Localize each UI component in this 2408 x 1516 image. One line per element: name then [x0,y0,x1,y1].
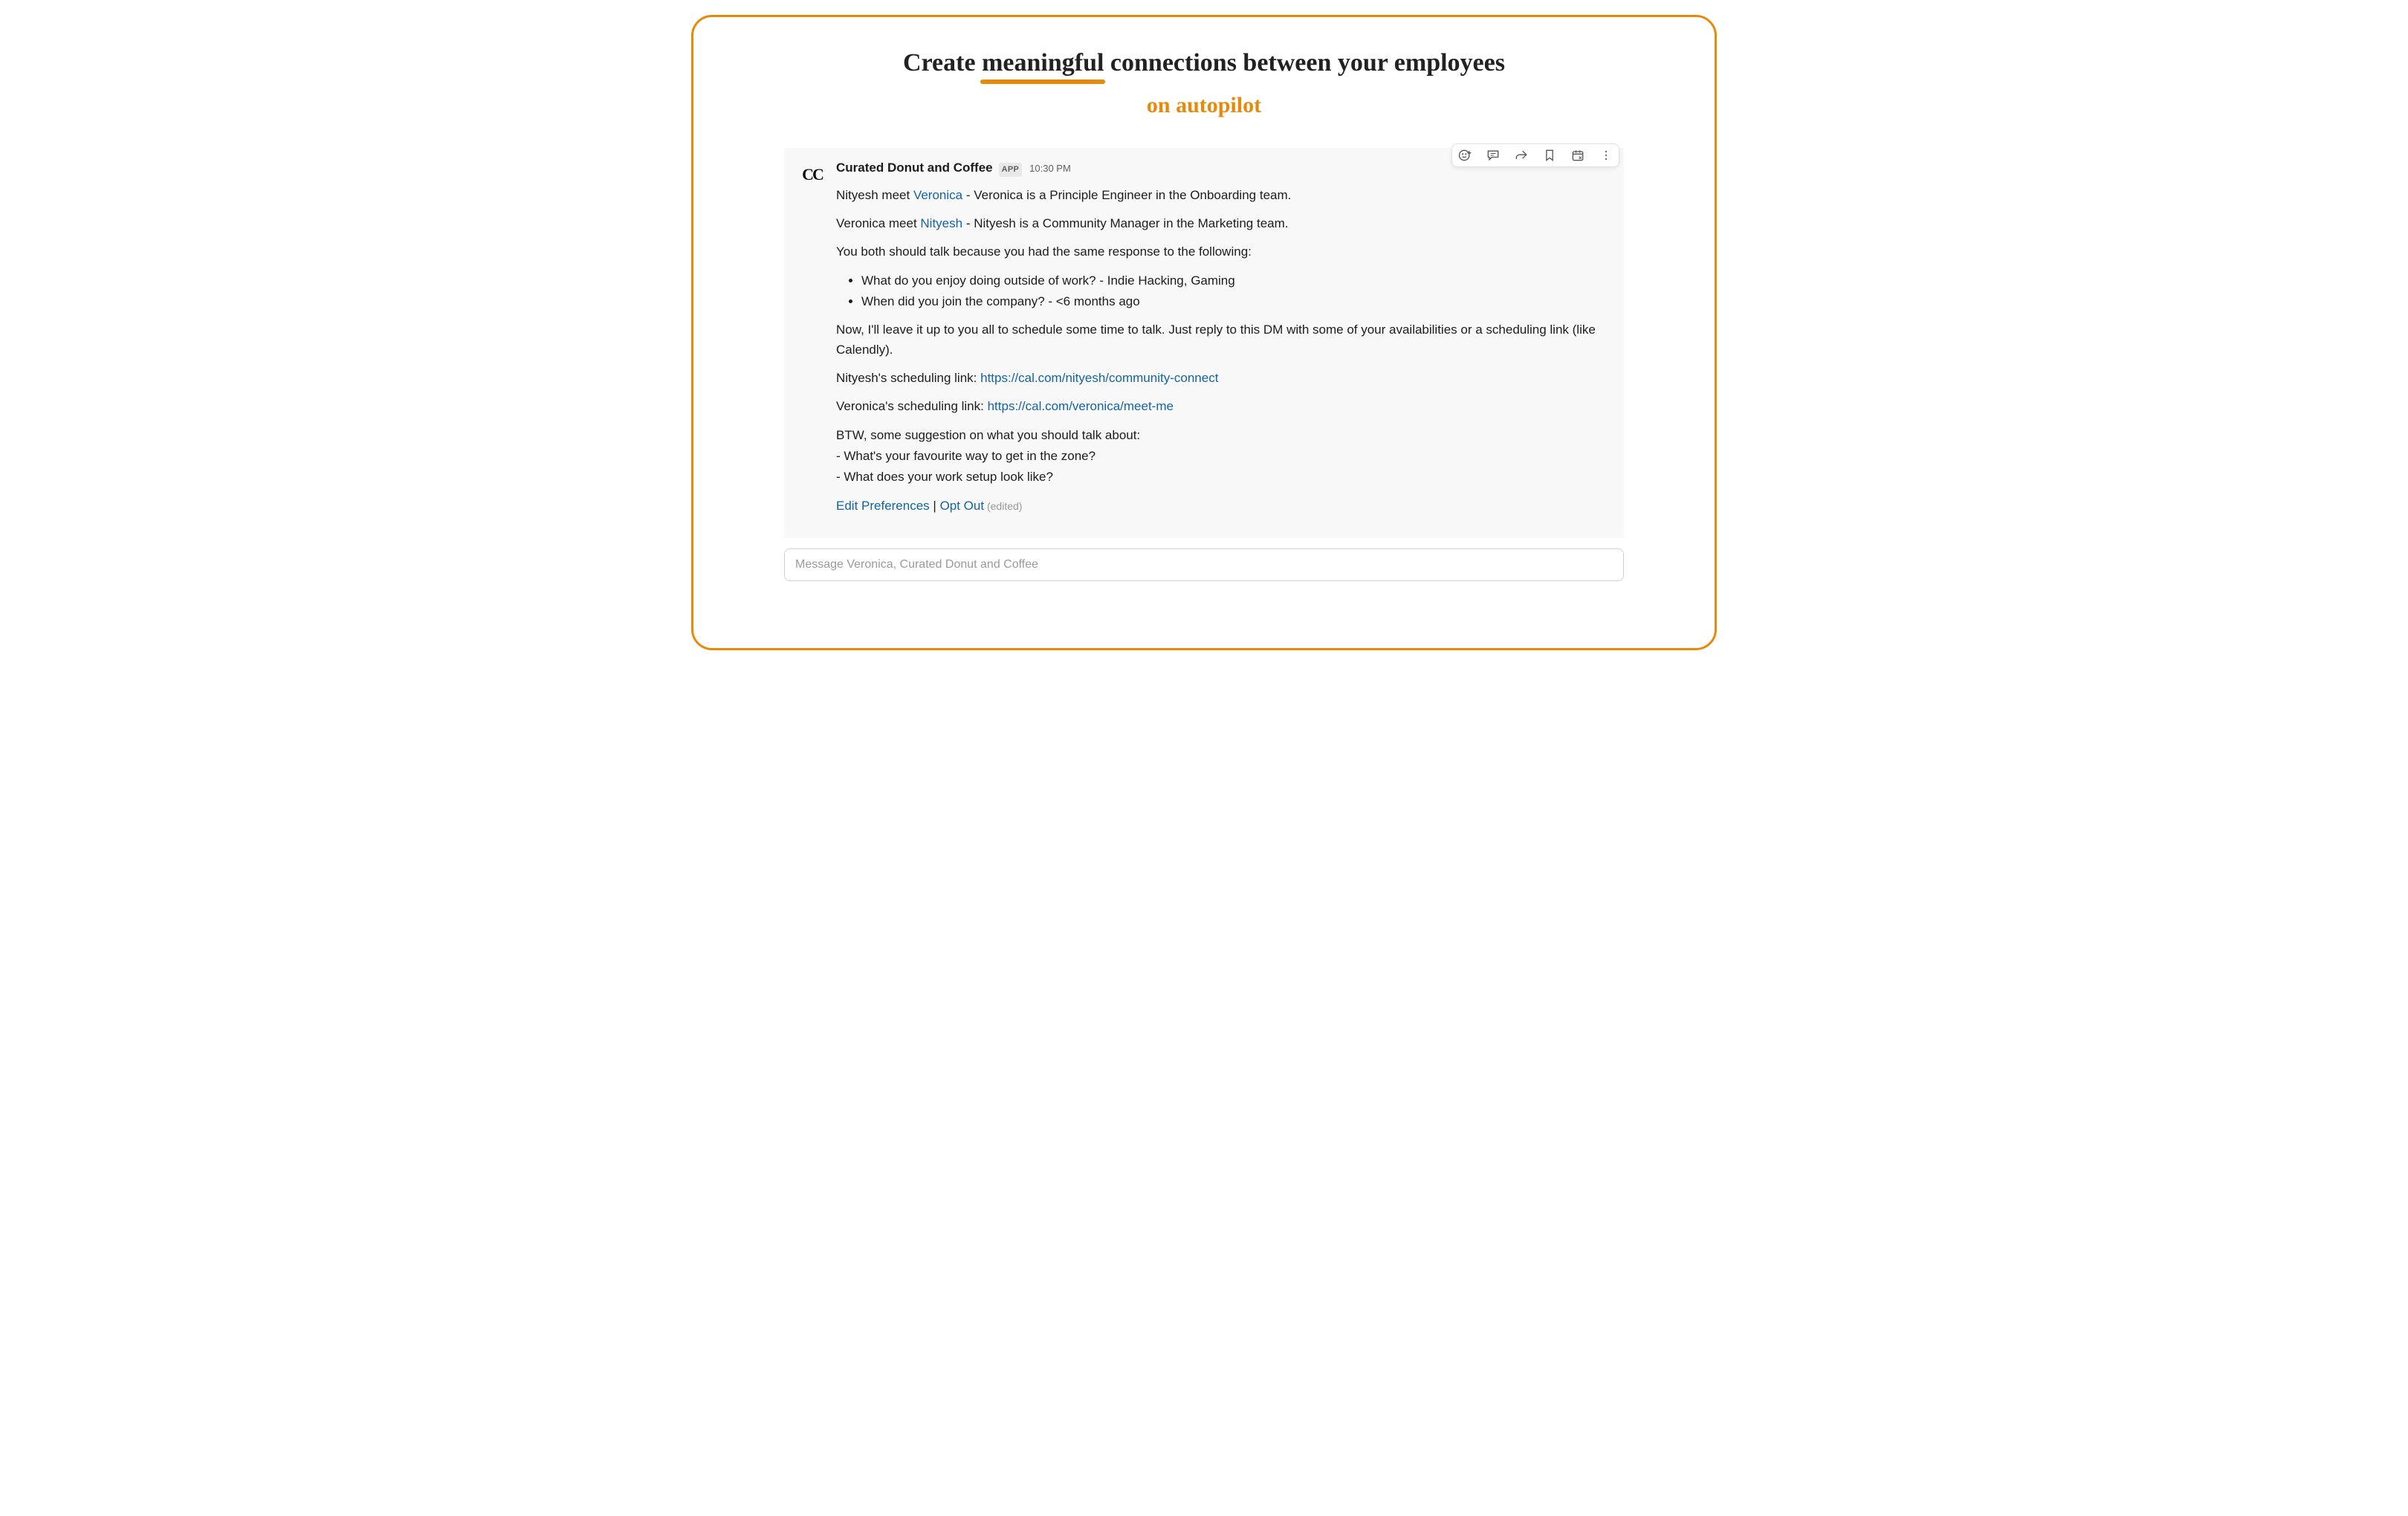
scheduling-link-1: Nityesh's scheduling link: https://cal.c… [836,369,1611,388]
bookmark-icon[interactable] [1541,147,1558,163]
slack-screenshot: CC Curated Donut and Coffee APP 10:30 PM… [784,148,1624,581]
reply-thread-icon[interactable] [1485,147,1501,163]
more-actions-icon[interactable] [1598,147,1614,163]
list-item: When did you join the company? - <6 mont… [861,292,1611,311]
message-body: Curated Donut and Coffee APP 10:30 PM Ni… [836,158,1611,525]
reason-list: What do you enjoy doing outside of work?… [836,271,1611,312]
pipe-separator: | [930,499,940,513]
edited-label: (edited) [984,500,1022,512]
schedule-prompt: Now, I'll leave it up to you all to sche… [836,320,1611,360]
app-badge: APP [999,163,1023,177]
link-veronica-calendar[interactable]: https://cal.com/veronica/meet-me [988,399,1174,413]
sender-name[interactable]: Curated Donut and Coffee [836,158,993,178]
intro-line-1: Nityesh meet Veronica - Veronica is a Pr… [836,186,1611,205]
intro2-post: - Nityesh is a Community Manager in the … [962,216,1288,230]
intro2-pre: Veronica meet [836,216,920,230]
intro1-post: - Veronica is a Principle Engineer in th… [962,188,1291,202]
hero-line-1: Create meaningful connections between yo… [708,47,1700,80]
share-icon[interactable] [1513,147,1530,163]
mention-veronica[interactable]: Veronica [913,188,962,202]
mention-nityesh[interactable]: Nityesh [920,216,962,230]
message-timestamp[interactable]: 10:30 PM [1029,161,1071,176]
hero-text-pre: Create [903,49,982,77]
link2-label: Veronica's scheduling link: [836,399,988,413]
footer-actions: Edit Preferences | Opt Out (edited) [836,496,1611,516]
create-reminder-icon[interactable] [1570,147,1586,163]
hero-text-underlined: meaningful [982,47,1104,80]
sender-avatar[interactable]: CC [797,160,827,190]
slack-message: CC Curated Donut and Coffee APP 10:30 PM… [784,148,1624,538]
edit-preferences-link[interactable]: Edit Preferences [836,499,930,513]
message-composer [784,548,1624,581]
message-hover-actions [1451,143,1619,167]
suggestion-lead: BTW, some suggestion on what you should … [836,426,1611,445]
add-reaction-icon[interactable] [1457,147,1473,163]
link1-label: Nityesh's scheduling link: [836,371,980,385]
scheduling-link-2: Veronica's scheduling link: https://cal.… [836,397,1611,416]
hero-line-2: on autopilot [708,93,1700,118]
promo-card: Create meaningful connections between yo… [691,15,1717,650]
message-input[interactable] [784,548,1624,581]
opt-out-link[interactable]: Opt Out [940,499,985,513]
list-item: What do you enjoy doing outside of work?… [861,271,1611,291]
reason-lead: You both should talk because you had the… [836,242,1611,262]
hero-heading: Create meaningful connections between yo… [708,47,1700,118]
intro-line-2: Veronica meet Nityesh - Nityesh is a Com… [836,214,1611,233]
link-nityesh-calendar[interactable]: https://cal.com/nityesh/community-connec… [980,371,1218,385]
suggestion-2: - What does your work setup look like? [836,467,1611,487]
suggestion-1: - What's your favourite way to get in th… [836,447,1611,466]
hero-text-post: connections between your employees [1104,49,1505,77]
intro1-pre: Nityesh meet [836,188,913,202]
